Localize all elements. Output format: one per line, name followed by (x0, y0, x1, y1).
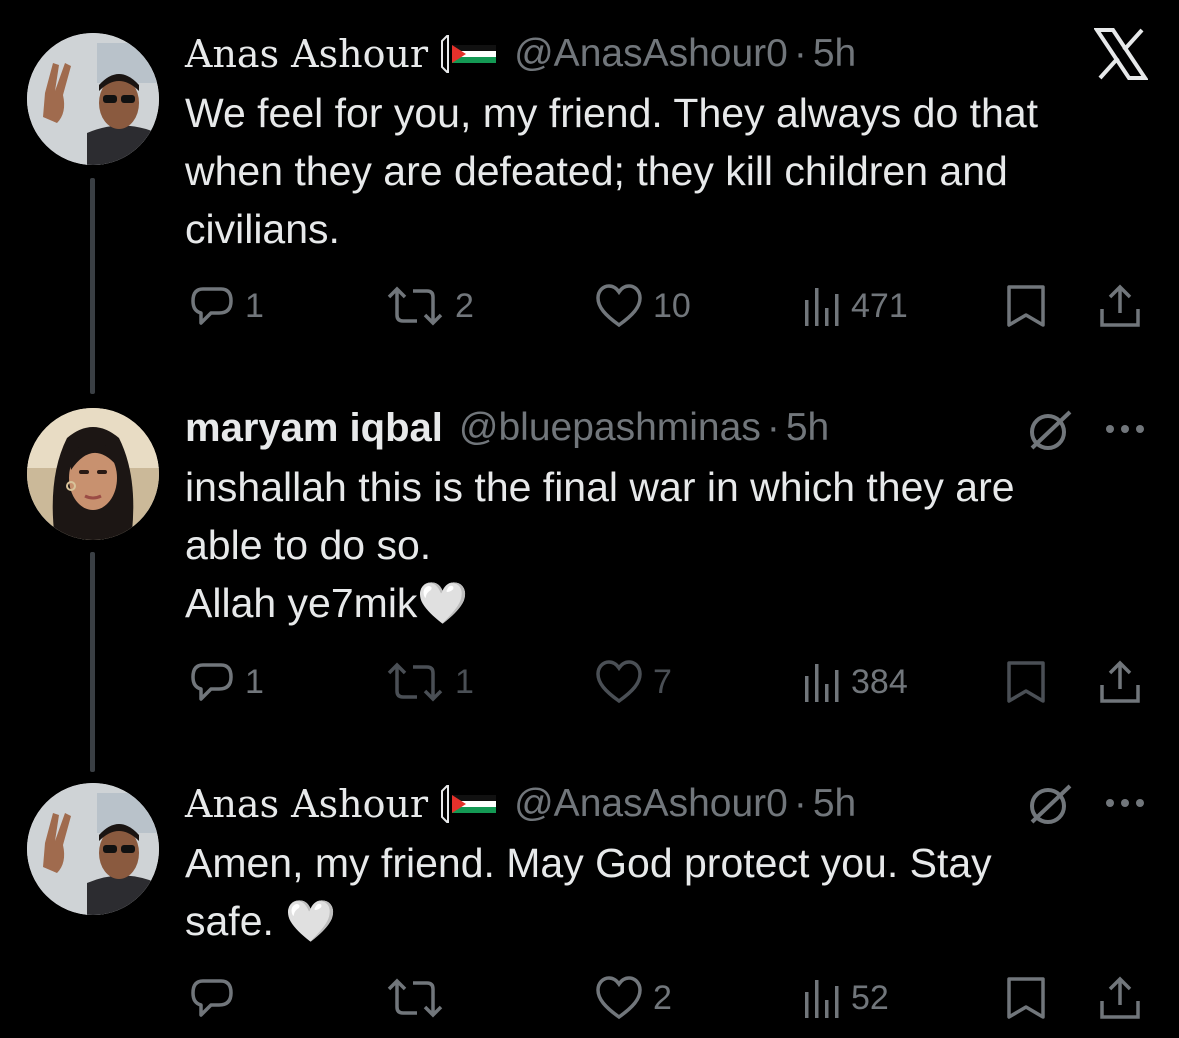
author-name[interactable]: Anas Ashour (185, 782, 428, 826)
tweet[interactable]: Anas Ashour @AnasAshour0 · 5h Amen, my f… (0, 776, 1179, 1038)
tweet-text-line: when they are defeated; they kill childr… (185, 148, 1008, 194)
author-name[interactable]: maryam iqbal (185, 406, 443, 451)
views-icon (805, 980, 839, 1018)
views-count: 52 (851, 978, 889, 1017)
like-button[interactable]: 2 (595, 973, 672, 1023)
tweet-header: maryam iqbal @bluepashminas · 5h (185, 400, 829, 456)
bookmark-button[interactable] (1005, 973, 1047, 1023)
share-button[interactable] (1098, 657, 1142, 707)
avatar[interactable] (27, 408, 159, 540)
share-icon (1100, 976, 1140, 1019)
tweet-text-line: Allah ye7mik🤍 (185, 580, 469, 626)
tweet-text-line: Amen, my friend. May God protect you. St… (185, 840, 992, 886)
reply-icon (191, 979, 233, 1017)
tweet-text-line: safe. 🤍 (185, 898, 337, 944)
tweet-text-line: We feel for you, my friend. They always … (185, 90, 1039, 136)
separator-dot: · (793, 32, 807, 75)
tweet-header: Anas Ashour @AnasAshour0 · 5h (185, 26, 856, 82)
share-button[interactable] (1098, 281, 1142, 331)
like-icon (596, 976, 642, 1020)
like-icon (596, 660, 642, 704)
repost-count: 2 (455, 286, 474, 325)
like-count: 2 (653, 978, 672, 1017)
repost-button[interactable] (385, 973, 455, 1023)
views-button[interactable]: 384 (803, 657, 908, 707)
bookmark-icon (1007, 285, 1045, 327)
repost-button[interactable]: 1 (385, 657, 474, 707)
views-button[interactable]: 471 (803, 281, 908, 331)
repost-icon (387, 286, 443, 326)
share-button[interactable] (1098, 973, 1142, 1023)
repost-icon (387, 978, 443, 1018)
more-icon[interactable] (1104, 796, 1146, 814)
reply-icon (191, 663, 233, 701)
separator-dot: · (793, 782, 807, 825)
action-bar: 1 1 7 384 (185, 657, 1155, 707)
views-icon (805, 288, 839, 326)
like-count: 10 (653, 286, 691, 325)
tweet-text: inshallah this is the final war in which… (185, 458, 1145, 632)
views-button[interactable]: 52 (803, 973, 889, 1023)
palestine-flag-icon (438, 35, 498, 73)
author-handle[interactable]: @bluepashminas (459, 406, 761, 450)
tweet-text-line: inshallah this is the final war in which… (185, 464, 1015, 510)
more-icon[interactable] (1104, 422, 1146, 440)
reply-icon (191, 287, 233, 325)
palestine-flag-icon (438, 785, 498, 823)
like-button[interactable]: 10 (595, 281, 691, 331)
repost-count: 1 (455, 662, 474, 701)
timestamp[interactable]: 5h (813, 32, 856, 76)
tweet-text-line: able to do so. (185, 522, 432, 568)
tweet-text: Amen, my friend. May God protect you. St… (185, 834, 1145, 950)
like-count: 7 (653, 662, 672, 701)
grok-icon[interactable] (1026, 408, 1074, 457)
bookmark-button[interactable] (1005, 281, 1047, 331)
timestamp[interactable]: 5h (813, 782, 856, 826)
reply-count: 1 (245, 662, 264, 701)
reply-button[interactable] (189, 973, 245, 1023)
views-icon (805, 664, 839, 702)
share-icon (1100, 284, 1140, 327)
tweet[interactable]: maryam iqbal @bluepashminas · 5h inshall… (0, 400, 1179, 710)
author-handle[interactable]: @AnasAshour0 (514, 32, 788, 76)
author-handle[interactable]: @AnasAshour0 (514, 782, 788, 826)
tweet-header: Anas Ashour @AnasAshour0 · 5h (185, 776, 856, 832)
timestamp[interactable]: 5h (786, 406, 829, 450)
tweet[interactable]: Anas Ashour @AnasAshour0 · 5h We feel fo… (0, 26, 1179, 336)
like-icon (596, 284, 642, 328)
bookmark-button[interactable] (1005, 657, 1047, 707)
reply-button[interactable]: 1 (189, 657, 264, 707)
action-bar: 1 2 10 471 (185, 281, 1155, 331)
repost-button[interactable]: 2 (385, 281, 474, 331)
tweet-text-line: civilians. (185, 206, 340, 252)
reply-button[interactable]: 1 (189, 281, 264, 331)
avatar[interactable] (27, 33, 159, 165)
reply-count: 1 (245, 286, 264, 325)
action-bar: 2 52 (185, 973, 1155, 1023)
views-count: 384 (851, 662, 908, 701)
avatar[interactable] (27, 783, 159, 915)
tweet-text: We feel for you, my friend. They always … (185, 84, 1145, 258)
bookmark-icon (1007, 661, 1045, 703)
like-button[interactable]: 7 (595, 657, 672, 707)
grok-icon[interactable] (1026, 782, 1074, 831)
separator-dot: · (766, 406, 780, 449)
repost-icon (387, 662, 443, 702)
author-name[interactable]: Anas Ashour (185, 32, 428, 76)
bookmark-icon (1007, 977, 1045, 1019)
views-count: 471 (851, 286, 908, 325)
share-icon (1100, 660, 1140, 703)
